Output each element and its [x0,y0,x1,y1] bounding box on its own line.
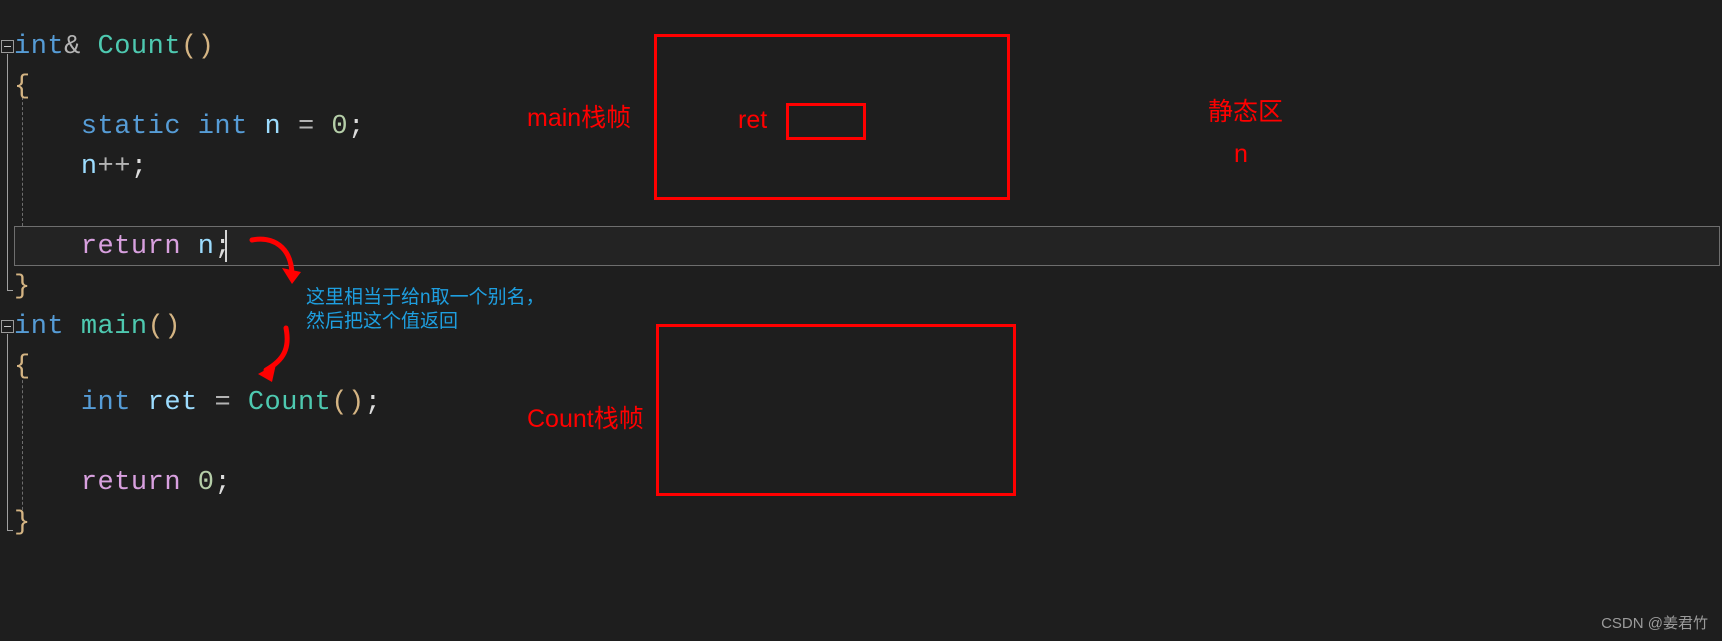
code-token: return [80,468,182,498]
screenshot-root: int& Count(){ static int n = 0; n++; ret… [0,0,1722,641]
region-bar-main [7,334,8,530]
code-token: ; [364,388,382,418]
code-line[interactable]: { [14,347,31,387]
code-line[interactable]: n++; [14,147,148,187]
code-token: ; [130,152,148,182]
arrow-return-to-note-icon [249,236,301,284]
code-token: 0 [331,112,349,142]
code-token: n [80,152,98,182]
ret-variable-label: ret [738,106,768,134]
code-token: () [147,312,182,342]
code-token: } [14,508,31,538]
code-token: 0 [197,468,215,498]
code-token: main [80,312,148,342]
code-token: ; [214,468,232,498]
static-area-label: 静态区 [1208,98,1284,126]
region-bar-count [7,54,8,290]
region-bar-foot-main [7,530,13,531]
ret-value-slot-box [786,103,866,140]
code-token: Count [97,32,182,62]
count-stack-frame-label: Count栈帧 [527,405,644,433]
collapse-toggle-count-function[interactable] [1,40,14,53]
code-token: n [197,232,215,262]
code-token: n [264,112,282,142]
code-line[interactable]: int ret = Count(); [14,383,381,423]
code-line[interactable]: return 0; [14,463,231,503]
static-variable-n-label: n [1234,140,1248,168]
code-token: static [80,112,182,142]
region-bar-foot-count [7,290,13,291]
code-line[interactable]: int& Count() [14,27,214,67]
code-token: ret [147,388,198,418]
csdn-watermark: CSDN @姜君竹 [1601,615,1708,632]
main-stack-frame-label: main栈帧 [527,104,632,132]
code-token: int [14,32,65,62]
code-line[interactable]: int main() [14,307,181,347]
code-token: () [331,388,365,418]
code-token: int [14,312,65,342]
count-stack-frame-box [656,324,1016,496]
code-line[interactable]: } [14,503,31,543]
code-token: } [14,272,31,302]
arrow-note-to-count-call-icon [258,325,290,382]
code-token: = [297,112,315,142]
annotation-note-line-2: 然后把这个值返回 [306,311,459,332]
code-token: { [14,352,31,382]
code-token: ; [348,112,365,142]
annotation-note-line-1: 这里相当于给n取一个别名， [306,287,545,308]
code-line[interactable]: static int n = 0; [14,107,365,147]
code-token: int [197,112,248,142]
code-token: & [64,32,81,62]
code-token: () [181,32,215,62]
code-line[interactable]: return n; [14,227,231,267]
code-token: = [214,388,232,418]
code-line[interactable]: { [14,67,31,107]
code-line[interactable]: } [14,267,31,307]
collapse-toggle-main-function[interactable] [1,320,14,333]
code-token: ; [214,232,232,262]
code-token: return [80,232,182,262]
code-token: ++ [97,152,131,182]
code-token: int [80,388,131,418]
code-token: { [14,72,31,102]
